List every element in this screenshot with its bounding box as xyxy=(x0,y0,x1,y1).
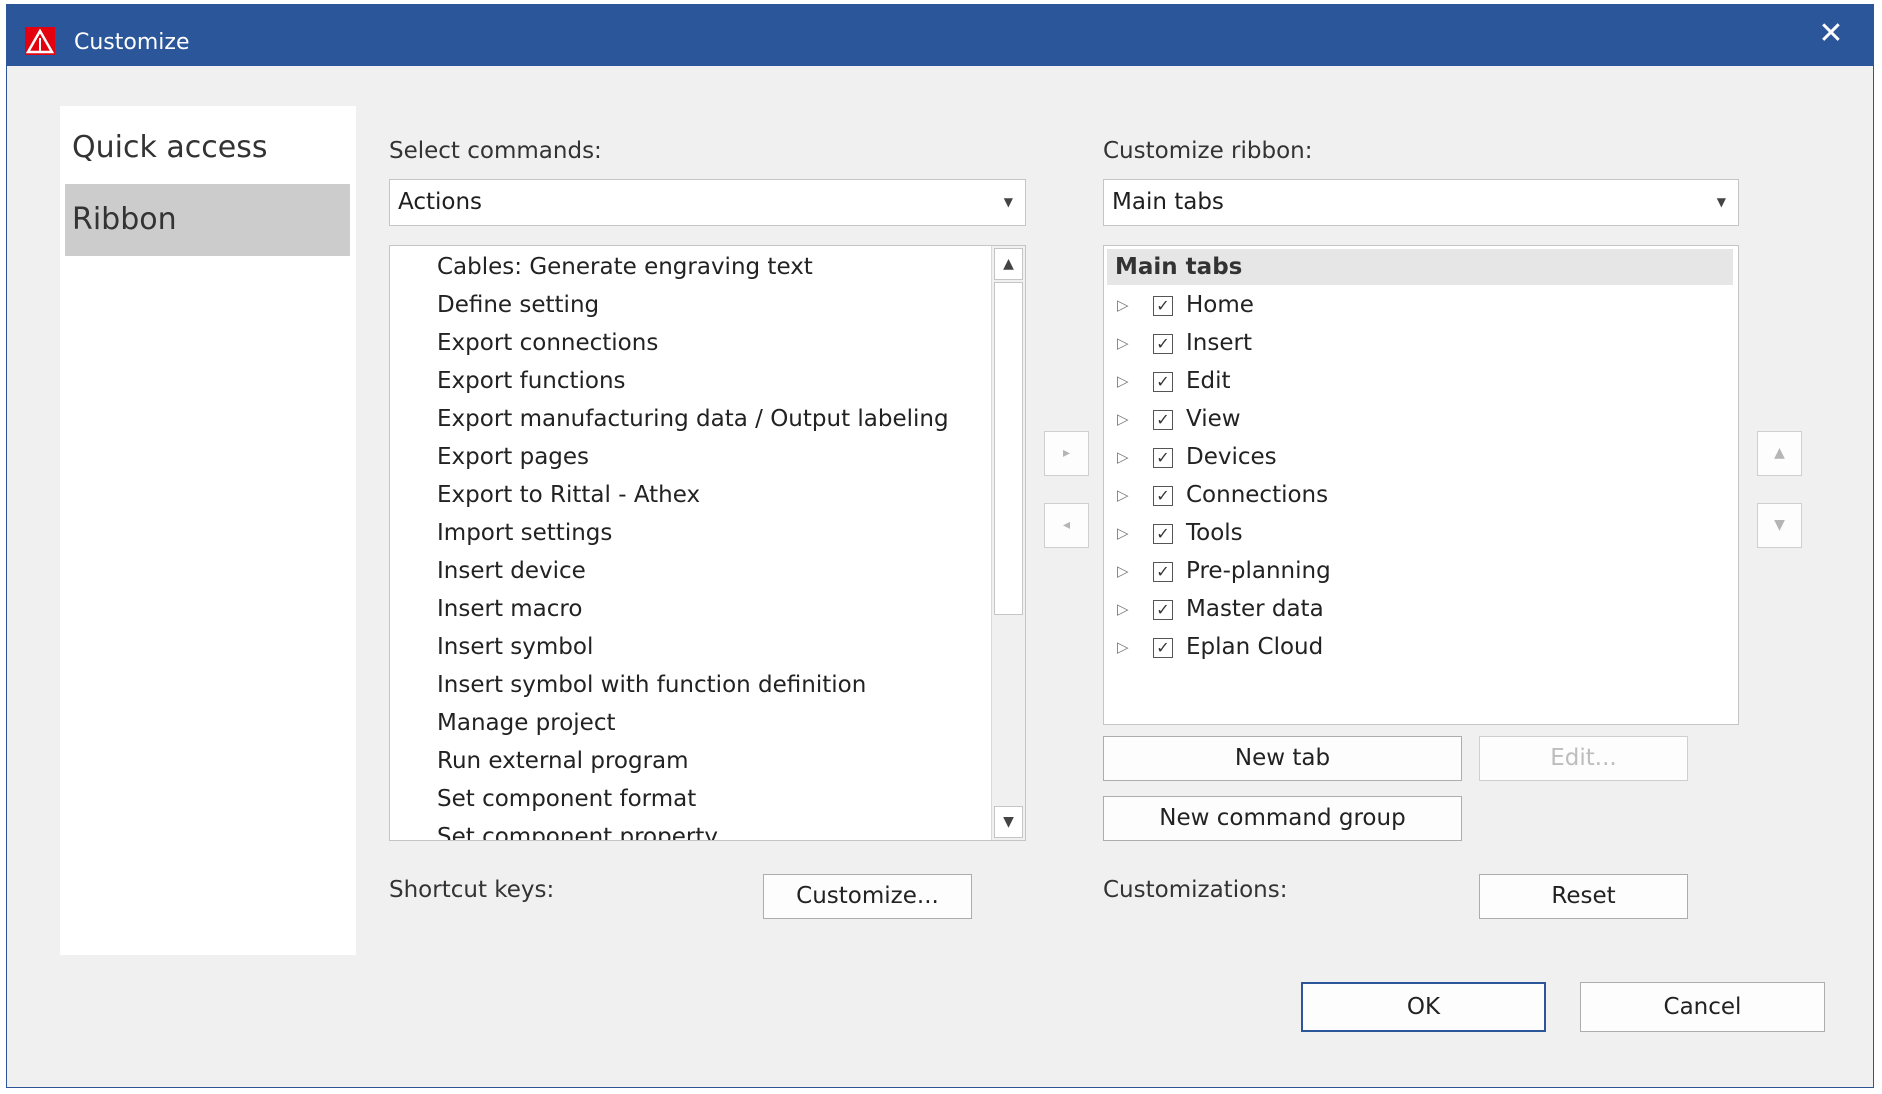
command-list-item[interactable]: Cables: Generate engraving text xyxy=(437,254,813,280)
ribbon-tab-item[interactable]: ▷ ✓ Devices xyxy=(1104,442,1738,478)
ribbon-tab-item[interactable]: ▷ ✓ Home xyxy=(1104,290,1738,326)
cancel-button[interactable]: Cancel xyxy=(1580,982,1825,1032)
expand-triangle-icon[interactable]: ▷ xyxy=(1117,562,1129,580)
ribbon-tab-label: Connections xyxy=(1186,482,1329,508)
tree-header: Main tabs xyxy=(1107,249,1733,285)
select-commands-label: Select commands: xyxy=(389,138,602,164)
ribbon-tab-label: Home xyxy=(1186,292,1254,318)
ribbon-tab-label: Insert xyxy=(1186,330,1252,356)
command-list-item[interactable]: Insert macro xyxy=(437,596,582,622)
expand-triangle-icon[interactable]: ▷ xyxy=(1117,524,1129,542)
category-nav: Quick access Ribbon xyxy=(60,106,356,955)
command-list-item[interactable]: Import settings xyxy=(437,520,612,546)
command-list-item[interactable]: Export pages xyxy=(437,444,589,470)
tab-checkbox[interactable]: ✓ xyxy=(1153,410,1173,430)
command-list-item[interactable]: Manage project xyxy=(437,710,616,736)
ribbon-tab-item[interactable]: ▷ ✓ Pre-planning xyxy=(1104,556,1738,592)
expand-triangle-icon[interactable]: ▷ xyxy=(1117,600,1129,618)
tab-checkbox[interactable]: ✓ xyxy=(1153,562,1173,582)
scroll-up-icon[interactable]: ▲ xyxy=(994,248,1023,280)
tab-checkbox[interactable]: ✓ xyxy=(1153,638,1173,658)
ribbon-tab-label: Pre-planning xyxy=(1186,558,1331,584)
customize-dialog: Customize ✕ Quick access Ribbon Select c… xyxy=(6,4,1874,1088)
ribbon-tabs-dropdown[interactable]: Main tabs ▼ xyxy=(1103,179,1739,226)
move-down-icon[interactable]: ▼ xyxy=(1757,503,1802,548)
ribbon-tab-label: Devices xyxy=(1186,444,1277,470)
commands-scrollbar[interactable]: ▲ ▼ xyxy=(991,246,1025,840)
ribbon-tab-item[interactable]: ▷ ✓ Master data xyxy=(1104,594,1738,630)
ribbon-tab-label: Eplan Cloud xyxy=(1186,634,1324,660)
ribbon-tab-item[interactable]: ▷ ✓ Eplan Cloud xyxy=(1104,632,1738,668)
expand-triangle-icon[interactable]: ▷ xyxy=(1117,638,1129,656)
command-list-item[interactable]: Set component format xyxy=(437,786,696,812)
ribbon-tab-item[interactable]: ▷ ✓ Tools xyxy=(1104,518,1738,554)
edit-button[interactable]: Edit... xyxy=(1479,736,1688,781)
expand-triangle-icon[interactable]: ▷ xyxy=(1117,296,1129,314)
ribbon-tab-label: Tools xyxy=(1186,520,1243,546)
scrollbar-thumb[interactable] xyxy=(994,282,1023,615)
command-list-item[interactable]: Insert symbol with function definition xyxy=(437,672,866,698)
expand-triangle-icon[interactable]: ▷ xyxy=(1117,334,1129,352)
expand-triangle-icon[interactable]: ▷ xyxy=(1117,486,1129,504)
commands-list[interactable]: Cables: Generate engraving text Define se… xyxy=(389,245,1026,841)
command-list-item[interactable]: Export manufacturing data / Output label… xyxy=(437,406,949,432)
expand-triangle-icon[interactable]: ▷ xyxy=(1117,448,1129,466)
tab-checkbox[interactable]: ✓ xyxy=(1153,334,1173,354)
ribbon-tabs-value: Main tabs xyxy=(1112,189,1224,215)
shortcut-keys-label: Shortcut keys: xyxy=(389,877,555,903)
customize-ribbon-label: Customize ribbon: xyxy=(1103,138,1313,164)
tab-checkbox[interactable]: ✓ xyxy=(1153,600,1173,620)
title-bar: Customize ✕ xyxy=(7,5,1873,66)
command-list-item[interactable]: Export connections xyxy=(437,330,658,356)
nav-item-ribbon[interactable]: Ribbon xyxy=(65,184,350,256)
ribbon-tab-label: View xyxy=(1186,406,1241,432)
command-list-item[interactable]: Insert device xyxy=(437,558,586,584)
remove-command-arrow-icon[interactable]: ◂ xyxy=(1044,503,1089,548)
tab-checkbox[interactable]: ✓ xyxy=(1153,524,1173,544)
scroll-down-icon[interactable]: ▼ xyxy=(994,806,1023,838)
chevron-down-icon: ▼ xyxy=(1003,195,1013,209)
ribbon-tab-item[interactable]: ▷ ✓ Edit xyxy=(1104,366,1738,402)
command-list-item[interactable]: Define setting xyxy=(437,292,599,318)
chevron-down-icon: ▼ xyxy=(1716,195,1726,209)
ribbon-tab-label: Edit xyxy=(1186,368,1231,394)
ribbon-tab-item[interactable]: ▷ ✓ Connections xyxy=(1104,480,1738,516)
commands-category-dropdown[interactable]: Actions ▼ xyxy=(389,179,1026,226)
tab-checkbox[interactable]: ✓ xyxy=(1153,486,1173,506)
command-list-item[interactable]: Export functions xyxy=(437,368,626,394)
customize-shortcuts-button[interactable]: Customize... xyxy=(763,874,972,919)
tab-checkbox[interactable]: ✓ xyxy=(1153,372,1173,392)
ribbon-tab-item[interactable]: ▷ ✓ Insert xyxy=(1104,328,1738,364)
command-list-item[interactable]: Export to Rittal - Athex xyxy=(437,482,700,508)
command-list-item[interactable]: Run external program xyxy=(437,748,689,774)
ribbon-tree[interactable]: Main tabs ▷ ✓ Home ▷ ✓ Insert ▷ ✓ Edit ▷ ✓ View ▷ ✓ De… xyxy=(1103,245,1739,725)
reset-button[interactable]: Reset xyxy=(1479,874,1688,919)
ribbon-tab-label: Master data xyxy=(1186,596,1324,622)
expand-triangle-icon[interactable]: ▷ xyxy=(1117,410,1129,428)
commands-category-value: Actions xyxy=(398,189,483,215)
ok-button[interactable]: OK xyxy=(1301,982,1546,1032)
eplan-app-icon xyxy=(25,27,55,55)
tab-checkbox[interactable]: ✓ xyxy=(1153,296,1173,316)
add-command-arrow-icon[interactable]: ▸ xyxy=(1044,431,1089,476)
tab-checkbox[interactable]: ✓ xyxy=(1153,448,1173,468)
ribbon-tab-item[interactable]: ▷ ✓ View xyxy=(1104,404,1738,440)
close-icon[interactable]: ✕ xyxy=(1811,17,1851,51)
nav-item-quick-access[interactable]: Quick access xyxy=(65,112,350,184)
move-up-icon[interactable]: ▲ xyxy=(1757,431,1802,476)
window-title: Customize xyxy=(74,30,190,55)
customizations-label: Customizations: xyxy=(1103,877,1288,903)
new-tab-button[interactable]: New tab xyxy=(1103,736,1462,781)
command-list-item[interactable]: Insert symbol xyxy=(437,634,593,660)
new-command-group-button[interactable]: New command group xyxy=(1103,796,1462,841)
expand-triangle-icon[interactable]: ▷ xyxy=(1117,372,1129,390)
command-list-item[interactable]: Set component property xyxy=(437,824,718,840)
